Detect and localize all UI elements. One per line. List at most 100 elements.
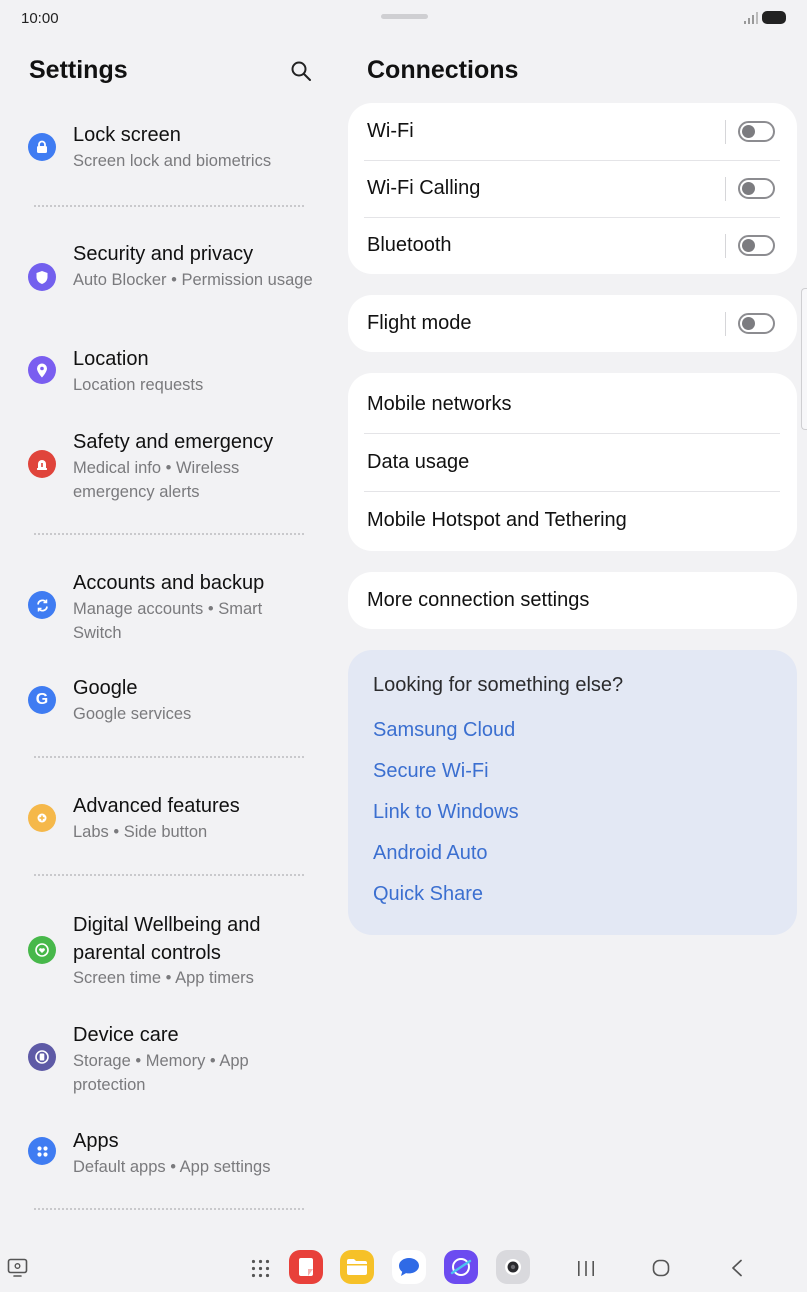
- settings-list-pane: Settings Lock screen Screen lock and bio…: [0, 36, 335, 1244]
- settings-item-device-care[interactable]: Device care Storage • Memory • App prote…: [0, 1019, 335, 1103]
- settings-item-google[interactable]: G Google Google services: [0, 672, 335, 732]
- notes-app-icon[interactable]: [289, 1250, 323, 1284]
- link-link-to-windows[interactable]: Link to Windows: [373, 801, 519, 824]
- row-label: Data usage: [367, 451, 470, 473]
- toggle-knob: [742, 182, 755, 195]
- row-label: Wi-Fi: [367, 120, 414, 142]
- lock-icon: [28, 133, 56, 161]
- settings-item-safety-emergency[interactable]: Safety and emergency Medical info • Wire…: [0, 426, 335, 510]
- section-divider: [34, 874, 304, 876]
- settings-item-location[interactable]: Location Location requests: [0, 343, 335, 403]
- menu-item-title: Device care: [73, 1024, 179, 1046]
- menu-item-subtitle: Screen time • App timers: [73, 969, 254, 987]
- row-label: Mobile networks: [367, 393, 512, 415]
- navigation-bar: [0, 1244, 807, 1292]
- settings-item-accounts-backup[interactable]: Accounts and backup Manage accounts • Sm…: [0, 567, 335, 651]
- connections-card-mobile: Mobile networks Data usage Mobile Hotspo…: [348, 373, 797, 551]
- apps-grid-icon: [28, 1137, 56, 1165]
- location-pin-icon: [28, 356, 56, 384]
- menu-item-title: Advanced features: [73, 795, 240, 817]
- wellbeing-heart-icon: [28, 936, 56, 964]
- signal-icon: [744, 12, 758, 24]
- notification-handle[interactable]: [381, 14, 428, 19]
- link-secure-wifi[interactable]: Secure Wi-Fi: [373, 760, 489, 783]
- toggle-divider: [725, 177, 726, 201]
- wifi-toggle[interactable]: [738, 121, 775, 142]
- row-mobile-networks[interactable]: Mobile networks: [348, 375, 797, 433]
- row-flight-mode[interactable]: Flight mode: [348, 295, 797, 352]
- section-divider: [34, 1208, 304, 1210]
- settings-item-digital-wellbeing[interactable]: Digital Wellbeing and parental controls …: [0, 909, 335, 993]
- settings-item-advanced-features[interactable]: Advanced features Labs • Side button: [0, 790, 335, 850]
- row-label: Mobile Hotspot and Tethering: [367, 509, 627, 531]
- menu-item-subtitle: Location requests: [73, 376, 204, 394]
- menu-item-title: Safety and emergency: [73, 431, 274, 453]
- menu-item-subtitle: Storage • Memory • App protection: [73, 1052, 249, 1094]
- messages-app-icon[interactable]: [392, 1250, 426, 1284]
- row-label: Bluetooth: [367, 234, 452, 256]
- settings-title: Settings: [29, 56, 128, 84]
- connections-title: Connections: [367, 56, 519, 84]
- settings-item-security-privacy[interactable]: Security and privacy Auto Blocker • Perm…: [0, 238, 335, 322]
- menu-item-subtitle: Screen lock and biometrics: [73, 152, 272, 170]
- home-icon[interactable]: [652, 1259, 670, 1277]
- section-divider: [34, 756, 304, 758]
- toggle-knob: [742, 125, 755, 138]
- back-icon[interactable]: [731, 1259, 743, 1277]
- wifi-calling-toggle[interactable]: [738, 178, 775, 199]
- menu-item-subtitle: Labs • Side button: [73, 823, 208, 841]
- menu-item-title: Lock screen: [73, 124, 181, 146]
- toggle-divider: [725, 312, 726, 336]
- menu-item-title: Digital Wellbeing and parental controls: [73, 914, 261, 964]
- camera-app-icon[interactable]: [496, 1250, 530, 1284]
- row-wifi-calling[interactable]: Wi-Fi Calling: [348, 160, 797, 217]
- app-drawer-icon[interactable]: [251, 1259, 270, 1278]
- gear-plus-icon: [28, 804, 56, 832]
- toggle-knob: [742, 239, 755, 252]
- google-g-icon: G: [28, 686, 56, 714]
- section-divider: [34, 205, 304, 207]
- row-mobile-hotspot[interactable]: Mobile Hotspot and Tethering: [348, 491, 797, 549]
- row-data-usage[interactable]: Data usage: [348, 433, 797, 491]
- shield-icon: [28, 263, 56, 291]
- recent-apps-icon[interactable]: [577, 1260, 595, 1277]
- flight-mode-toggle[interactable]: [738, 313, 775, 334]
- row-bluetooth[interactable]: Bluetooth: [348, 217, 797, 274]
- internet-app-icon[interactable]: [444, 1250, 478, 1284]
- status-bar: 10:00: [0, 0, 807, 36]
- sync-icon: [28, 591, 56, 619]
- suggestions-title: Looking for something else?: [373, 674, 624, 696]
- siren-icon: [28, 450, 56, 478]
- connections-card-flight: Flight mode: [348, 295, 797, 352]
- menu-item-title: Location: [73, 348, 149, 370]
- my-files-app-icon[interactable]: [340, 1250, 374, 1284]
- device-care-icon: [28, 1043, 56, 1071]
- toggle-divider: [725, 120, 726, 144]
- settings-item-lock-screen[interactable]: Lock screen Screen lock and biometrics: [0, 119, 335, 179]
- row-wifi[interactable]: Wi-Fi: [348, 103, 797, 160]
- suggestions-card: Looking for something else? Samsung Clou…: [348, 650, 797, 935]
- edge-panel-handle[interactable]: [801, 288, 807, 430]
- menu-item-subtitle: Google services: [73, 705, 192, 723]
- row-label: More connection settings: [367, 589, 590, 611]
- battery-icon: [762, 11, 786, 24]
- recent-screenshot-icon[interactable]: [7, 1258, 29, 1278]
- menu-item-title: Apps: [73, 1130, 119, 1152]
- connections-card-more: More connection settings: [348, 572, 797, 629]
- link-quick-share[interactable]: Quick Share: [373, 883, 483, 906]
- row-label: Flight mode: [367, 312, 472, 334]
- bluetooth-toggle[interactable]: [738, 235, 775, 256]
- menu-item-subtitle: Manage accounts • Smart Switch: [73, 600, 263, 642]
- menu-item-subtitle: Default apps • App settings: [73, 1158, 271, 1176]
- menu-item-subtitle: Medical info • Wireless emergency alerts: [73, 459, 240, 501]
- menu-item-title: Accounts and backup: [73, 572, 265, 594]
- status-time: 10:00: [21, 10, 59, 27]
- menu-item-title: Security and privacy: [73, 243, 254, 265]
- toggle-knob: [742, 317, 755, 330]
- settings-item-apps[interactable]: Apps Default apps • App settings: [0, 1125, 335, 1185]
- menu-item-title: Google: [73, 677, 138, 699]
- link-samsung-cloud[interactable]: Samsung Cloud: [373, 719, 515, 742]
- row-more-connection-settings[interactable]: More connection settings: [348, 572, 797, 629]
- search-icon[interactable]: [290, 60, 312, 82]
- link-android-auto[interactable]: Android Auto: [373, 842, 488, 865]
